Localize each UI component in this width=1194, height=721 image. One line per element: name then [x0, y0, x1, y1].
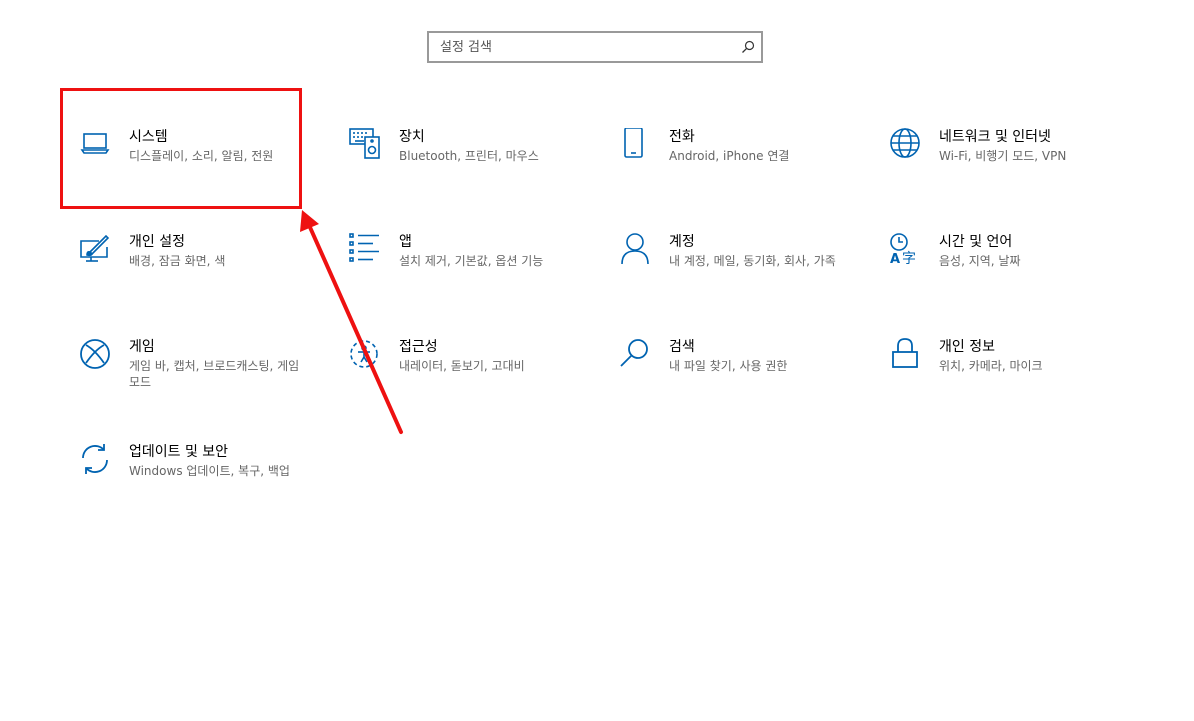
xbox-icon — [79, 338, 111, 370]
tile-title: 접근성 — [399, 339, 438, 355]
tile-description: Windows 업데이트, 복구, 백업 — [129, 464, 290, 478]
tile-description: 내레이터, 돋보기, 고대비 — [399, 359, 525, 373]
tile-title: 시스템 — [129, 129, 168, 145]
tile-privacy[interactable]: 개인 정보 위치, 카메라, 마이크 — [889, 338, 1129, 418]
tile-time-language[interactable]: A 字 시간 및 언어 음성, 지역, 날짜 — [889, 233, 1129, 313]
phone-icon — [619, 128, 651, 160]
tile-description: 위치, 카메라, 마이크 — [939, 359, 1043, 373]
tile-title: 개인 설정 — [129, 234, 185, 250]
tile-phone[interactable]: 전화 Android, iPhone 연결 — [619, 128, 859, 208]
tile-title: 앱 — [399, 234, 412, 250]
apps-list-icon — [349, 233, 381, 265]
sync-icon — [79, 443, 111, 475]
tile-title: 검색 — [669, 339, 695, 355]
tile-system[interactable]: 시스템 디스플레이, 소리, 알림, 전원 — [79, 128, 319, 208]
tile-description: 배경, 잠금 화면, 색 — [129, 254, 226, 268]
tile-description: 내 파일 찾기, 사용 권한 — [669, 359, 788, 373]
laptop-icon — [79, 128, 111, 160]
tile-title: 게임 — [129, 339, 155, 355]
globe-icon — [889, 128, 921, 160]
tile-ease-of-access[interactable]: 접근성 내레이터, 돋보기, 고대비 — [349, 338, 589, 418]
ease-of-access-icon — [349, 338, 381, 370]
tile-title: 계정 — [669, 234, 695, 250]
tile-update-security[interactable]: 업데이트 및 보안 Windows 업데이트, 복구, 백업 — [79, 443, 319, 523]
tile-description: 음성, 지역, 날짜 — [939, 254, 1021, 268]
time-language-icon: A 字 — [889, 233, 921, 265]
tile-title: 네트워크 및 인터넷 — [939, 129, 1051, 145]
tile-description: Bluetooth, 프린터, 마우스 — [399, 149, 539, 163]
svg-text:A: A — [890, 252, 900, 265]
tile-description: 게임 바, 캡처, 브로드캐스팅, 게임 모드 — [129, 359, 300, 389]
search-icon[interactable] — [735, 33, 761, 61]
tile-description: 내 계정, 메일, 동기화, 회사, 가족 — [669, 254, 836, 268]
tile-description: Android, iPhone 연결 — [669, 149, 790, 163]
tile-apps[interactable]: 앱 설치 제거, 기본값, 옵션 기능 — [349, 233, 589, 313]
tile-description: Wi-Fi, 비행기 모드, VPN — [939, 149, 1067, 163]
tile-description: 설치 제거, 기본값, 옵션 기능 — [399, 254, 544, 268]
magnifier-icon — [619, 338, 651, 370]
tile-title: 시간 및 언어 — [939, 234, 1013, 250]
tile-personalization[interactable]: 개인 설정 배경, 잠금 화면, 색 — [79, 233, 319, 313]
tile-description: 디스플레이, 소리, 알림, 전원 — [129, 149, 274, 163]
tile-search[interactable]: 검색 내 파일 찾기, 사용 권한 — [619, 338, 859, 418]
tile-title: 장치 — [399, 129, 425, 145]
tile-title: 전화 — [669, 129, 695, 145]
personalization-icon — [79, 233, 111, 265]
lock-icon — [889, 338, 921, 370]
search-box[interactable] — [427, 31, 763, 63]
tile-accounts[interactable]: 계정 내 계정, 메일, 동기화, 회사, 가족 — [619, 233, 859, 313]
tile-gaming[interactable]: 게임 게임 바, 캡처, 브로드캐스팅, 게임 모드 — [79, 338, 319, 418]
search-input[interactable] — [429, 33, 735, 61]
tile-title: 개인 정보 — [939, 339, 995, 355]
tile-title: 업데이트 및 보안 — [129, 444, 229, 460]
tile-network[interactable]: 네트워크 및 인터넷 Wi-Fi, 비행기 모드, VPN — [889, 128, 1129, 208]
tile-devices[interactable]: 장치 Bluetooth, 프린터, 마우스 — [349, 128, 589, 208]
person-icon — [619, 233, 651, 265]
svg-text:字: 字 — [902, 251, 916, 265]
devices-icon — [349, 128, 381, 160]
